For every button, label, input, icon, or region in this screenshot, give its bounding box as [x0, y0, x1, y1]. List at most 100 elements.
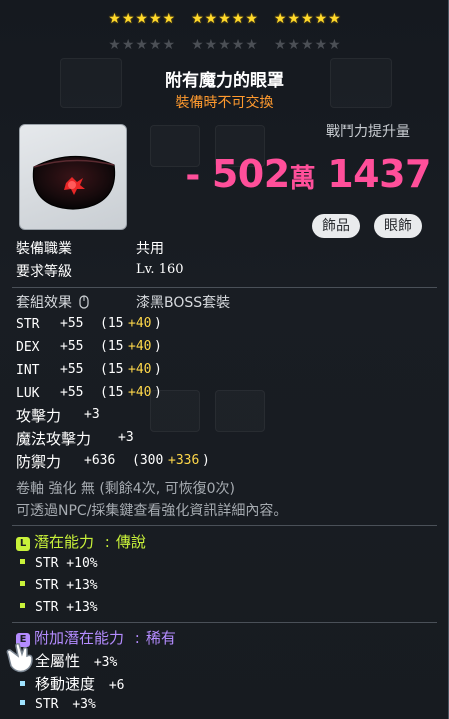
potential-line: STR +10%: [20, 556, 98, 571]
stat-name: 防禦力: [16, 453, 62, 471]
background-tile: [215, 390, 265, 432]
stat-name: STR: [16, 317, 40, 332]
bonus-potential-colon: :: [134, 629, 140, 647]
set-effect: 套組效果: [16, 292, 90, 312]
bonus-potential-line: STR +3%: [20, 697, 96, 712]
stat-total: +636: [84, 453, 116, 468]
bullet-icon: [20, 681, 25, 686]
stat-total: +3: [84, 407, 100, 422]
stat-bonus: +40: [128, 385, 152, 400]
info-job-value: 共用: [136, 241, 164, 257]
combat-power-main: 502: [211, 152, 290, 196]
stat-close: ): [154, 385, 162, 400]
stat-row-attack: 攻擊力 +3: [16, 405, 100, 426]
bonus-stat-name: 全屬性: [35, 652, 81, 670]
divider: [12, 287, 437, 288]
hand-cursor-icon: [6, 643, 33, 673]
divider: [12, 622, 437, 623]
item-icon-frame: [19, 124, 127, 230]
star-group: ★ ★ ★ ★ ★: [108, 37, 176, 53]
stat-bonus: +40: [128, 339, 152, 354]
star-group: ★ ★ ★ ★ ★: [273, 11, 341, 27]
stat-row-str: STR +55 (15 +40 ): [16, 316, 162, 332]
combat-power-label: 戰鬥力提升量: [326, 124, 410, 140]
bonus-potential-label: 附加潛在能力: [34, 629, 125, 647]
stat-total: +55: [60, 385, 84, 400]
divider: [12, 525, 437, 526]
trade-restriction-note: 裝備時不可交換: [175, 95, 274, 111]
stat-bonus: +40: [128, 316, 152, 331]
stat-name: DEX: [16, 340, 40, 355]
stat-bonus: +40: [128, 362, 152, 377]
stat-base: (15: [100, 385, 124, 400]
mouse-icon: [79, 295, 90, 309]
stat-close: ): [154, 316, 162, 331]
stat-name: LUK: [16, 386, 40, 401]
star-force-empty: ★ ★ ★ ★ ★ ★ ★ ★ ★ ★ ★ ★ ★ ★ ★: [0, 38, 449, 52]
stat-name: 魔法攻擊力: [16, 430, 92, 448]
combat-power-value: - 502萬 1437: [185, 152, 431, 196]
potential-line-text: STR +10%: [35, 556, 98, 571]
potential-header: L 潛在能力 : 傳說: [16, 531, 146, 552]
stat-name: INT: [16, 363, 40, 378]
star-force-filled: ★ ★ ★ ★ ★ ★ ★ ★ ★ ★ ★ ★ ★ ★ ★: [0, 12, 449, 26]
stat-name: 攻擊力: [16, 407, 62, 425]
bullet-icon: [20, 700, 25, 705]
stat-row-int: INT +55 (15 +40 ): [16, 362, 162, 378]
tag-eye-accessory: 眼飾: [374, 214, 422, 238]
bonus-potential-header: E 附加潛在能力 : 稀有: [16, 627, 176, 648]
tag-accessory: 飾品: [312, 214, 360, 238]
set-effect-label: 套組效果: [16, 295, 72, 311]
potential-grade: 傳說: [115, 533, 146, 551]
potential-line: STR +13%: [20, 578, 98, 593]
stat-row-luk: LUK +55 (15 +40 ): [16, 385, 162, 401]
stat-total: +55: [60, 362, 84, 377]
combat-power-unit: 萬: [289, 164, 316, 194]
info-job-label: 裝備職業: [16, 241, 72, 257]
potential-colon: :: [104, 533, 110, 551]
potential-line-text: STR +13%: [35, 578, 98, 593]
stat-row-dex: DEX +55 (15 +40 ): [16, 339, 162, 355]
star-group: ★ ★ ★ ★ ★: [273, 37, 341, 53]
stat-total: +55: [60, 316, 84, 331]
item-name: 附有魔力的眼罩: [165, 71, 284, 91]
potential-line-text: STR +13%: [35, 600, 98, 615]
combat-power-rest: 1437: [327, 152, 431, 196]
info-level-label: 要求等級: [16, 264, 72, 280]
legendary-badge-icon: L: [16, 537, 30, 551]
bonus-stat-name: STR: [35, 697, 59, 712]
bullet-icon: [20, 603, 25, 608]
bonus-stat-value: +6: [108, 678, 125, 693]
info-job: 裝備職業: [16, 238, 72, 258]
combat-power-sign: -: [185, 155, 200, 196]
star-group: ★ ★ ★ ★ ★: [191, 11, 258, 27]
info-level-value: Lv. 160: [136, 262, 184, 277]
set-effect-value: 漆黑BOSS套裝: [136, 295, 231, 311]
item-tooltip: ★ ★ ★ ★ ★ ★ ★ ★ ★ ★ ★ ★ ★ ★ ★ ★ ★ ★ ★ ★ ★ ★ ★ ★ ★ ★ ★ ★ ★ ★ 附有魔力…: [0, 0, 449, 719]
stat-base: (15: [100, 339, 124, 354]
star-group: ★ ★ ★ ★ ★: [191, 37, 258, 53]
stat-close: ): [154, 362, 162, 377]
bonus-stat-value: +3%: [93, 655, 118, 670]
stat-bonus: +336: [168, 453, 200, 468]
bullet-icon: [20, 581, 25, 586]
star-group: ★ ★ ★ ★ ★: [108, 11, 176, 27]
eye-patch-icon: [32, 155, 116, 210]
bonus-potential-line: 移動速度 +6: [20, 673, 125, 694]
potential-line: STR +13%: [20, 600, 98, 615]
bullet-icon: [20, 559, 25, 564]
stat-row-defense: 防禦力 +636 (300 +336 ): [16, 451, 210, 472]
scroll-upgrade-info: 卷軸 強化 無 (剩餘4次, 可恢復0次): [16, 481, 235, 497]
potential-label: 潛在能力: [34, 533, 95, 551]
stat-total: +55: [60, 339, 84, 354]
stat-base: (15: [100, 362, 124, 377]
info-level: 要求等級: [16, 261, 72, 281]
bonus-stat-name: 移動速度: [35, 675, 96, 693]
stat-base: (15: [100, 316, 124, 331]
bonus-stat-value: +3%: [72, 697, 96, 712]
bonus-potential-grade: 稀有: [145, 629, 176, 647]
stat-close: ): [202, 453, 210, 468]
stat-row-magic: 魔法攻擊力 +3: [16, 428, 134, 449]
stat-close: ): [154, 339, 162, 354]
scroll-upgrade-hint: 可透過NPC/採集鍵查看強化資訊詳細內容。: [16, 503, 288, 519]
